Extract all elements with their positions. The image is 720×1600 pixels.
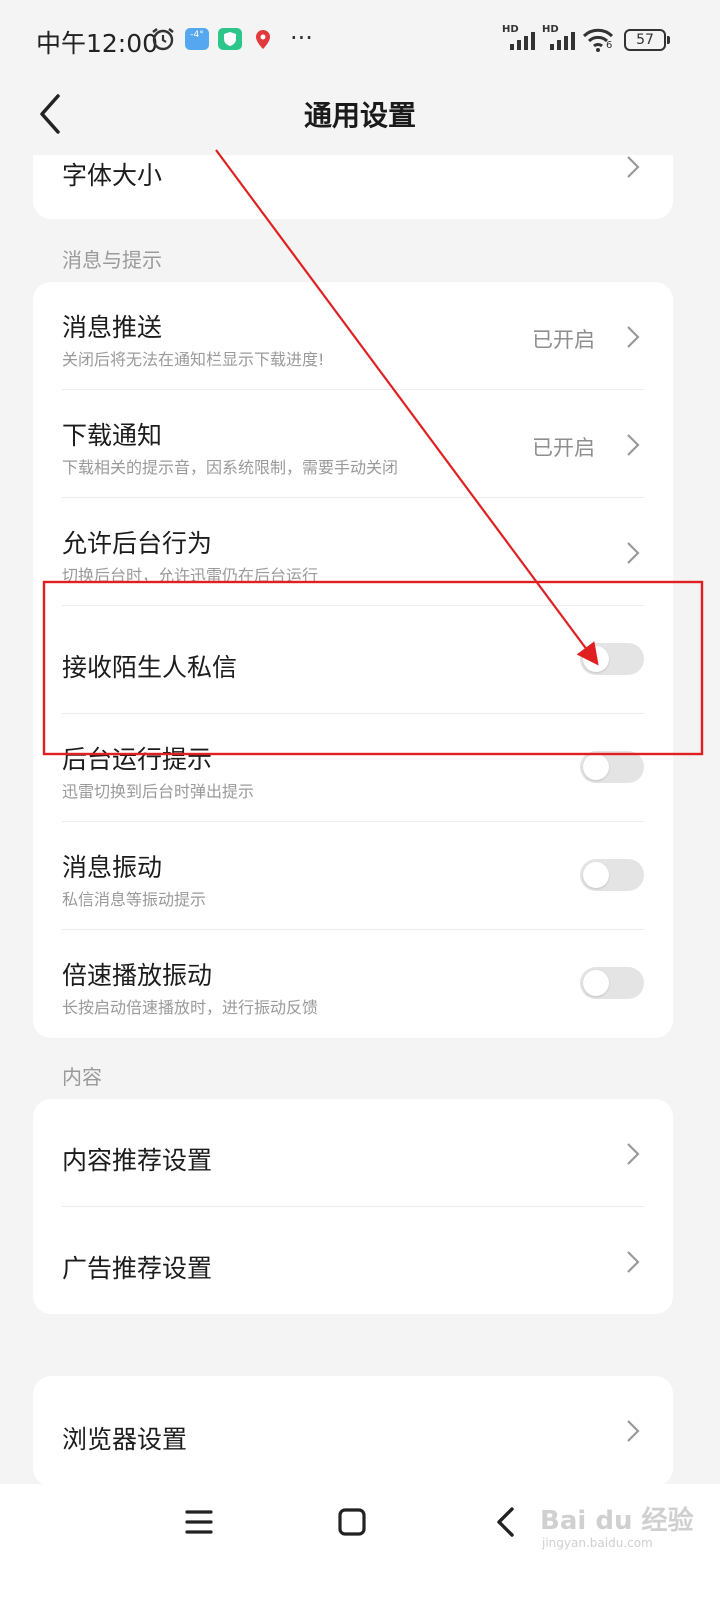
cell-signal-icon xyxy=(510,32,535,50)
watermark-url: jingyan.baidu.com xyxy=(542,1536,653,1550)
message-vibrate-desc: 私信消息等振动提示 xyxy=(62,890,207,909)
chevron-right-icon xyxy=(627,1143,640,1165)
message-push-label: 消息推送 xyxy=(62,313,163,342)
watermark-logo: Bai du 经验 xyxy=(540,1506,694,1536)
chevron-right-icon xyxy=(627,434,640,456)
font-size-label: 字体大小 xyxy=(62,161,163,190)
page-title: 通用设置 xyxy=(303,99,416,132)
toggle-knob xyxy=(583,970,609,996)
section-title-messages: 消息与提示 xyxy=(62,248,162,272)
message-vibrate-toggle[interactable] xyxy=(580,859,644,891)
browser-settings-label: 浏览器设置 xyxy=(62,1425,188,1454)
weather-app-icon: -4° xyxy=(185,28,209,50)
speed-vibrate-toggle[interactable] xyxy=(580,967,644,999)
background-tip-desc: 迅雷切换到后台时弹出提示 xyxy=(62,782,255,801)
status-bar: 中午12:00 -4° ··· HD HD 6 57 xyxy=(0,0,720,80)
menu-icon[interactable] xyxy=(185,1508,213,1536)
content-card: 内容推荐设置 广告推荐设置 xyxy=(33,1099,673,1314)
background-behavior-desc: 切换后台时，允许迅雷仍在后台运行 xyxy=(62,566,319,585)
more-notifications-icon: ··· xyxy=(290,24,313,52)
background-behavior-row[interactable]: 允许后台行为 切换后台时，允许迅雷仍在后台运行 xyxy=(33,498,673,605)
message-push-status: 已开启 xyxy=(532,328,595,352)
message-vibrate-label: 消息振动 xyxy=(62,853,163,882)
background-tip-label: 后台运行提示 xyxy=(62,745,213,774)
download-notice-label: 下载通知 xyxy=(62,421,163,450)
stranger-message-toggle[interactable] xyxy=(580,643,644,675)
chevron-right-icon xyxy=(627,542,640,564)
browser-card: 浏览器设置 xyxy=(33,1376,673,1486)
toggle-knob xyxy=(583,754,609,780)
location-pin-icon xyxy=(256,30,270,49)
header: 通用设置 xyxy=(0,80,720,150)
message-push-desc: 关闭后将无法在通知栏显示下载进度! xyxy=(62,350,325,369)
security-app-icon xyxy=(218,28,242,50)
status-time: 中午12:00 xyxy=(36,29,159,58)
speed-vibrate-row: 倍速播放振动 长按启动倍速播放时，进行振动反馈 xyxy=(33,930,673,1037)
cell-signal-icon-2 xyxy=(550,32,575,50)
download-notice-desc: 下载相关的提示音，因系统限制，需要手动关闭 xyxy=(62,458,399,477)
home-icon[interactable] xyxy=(338,1508,366,1536)
background-tip-toggle[interactable] xyxy=(580,751,644,783)
browser-settings-row[interactable]: 浏览器设置 xyxy=(33,1376,673,1486)
weather-temp: -4° xyxy=(190,30,204,40)
wifi-badge: 6 xyxy=(606,40,613,51)
ad-recommend-row[interactable]: 广告推荐设置 xyxy=(33,1207,673,1314)
message-vibrate-row: 消息振动 私信消息等振动提示 xyxy=(33,822,673,929)
stranger-message-label: 接收陌生人私信 xyxy=(62,653,238,682)
download-notice-row[interactable]: 下载通知 下载相关的提示音，因系统限制，需要手动关闭 已开启 xyxy=(33,390,673,497)
battery-icon: 57 xyxy=(624,29,670,51)
toggle-knob xyxy=(583,862,609,888)
download-notice-status: 已开启 xyxy=(532,436,595,460)
speed-vibrate-label: 倍速播放振动 xyxy=(62,961,213,990)
back-nav-icon[interactable] xyxy=(494,1506,518,1538)
chevron-right-icon xyxy=(627,156,640,178)
background-tip-row: 后台运行提示 迅雷切换到后台时弹出提示 xyxy=(33,714,673,821)
background-behavior-label: 允许后台行为 xyxy=(62,529,213,558)
ad-recommend-label: 广告推荐设置 xyxy=(62,1254,213,1283)
battery-level: 57 xyxy=(636,32,654,48)
messages-card: 消息推送 关闭后将无法在通知栏显示下载进度! 已开启 下载通知 下载相关的提示音… xyxy=(33,282,673,1038)
content-recommend-label: 内容推荐设置 xyxy=(62,1146,213,1175)
toggle-knob xyxy=(583,646,609,672)
speed-vibrate-desc: 长按启动倍速播放时，进行振动反馈 xyxy=(62,998,319,1017)
chevron-right-icon xyxy=(627,1251,640,1273)
alarm-icon xyxy=(152,28,174,51)
stranger-message-row: 接收陌生人私信 xyxy=(33,606,673,713)
message-push-row[interactable]: 消息推送 关闭后将无法在通知栏显示下载进度! 已开启 xyxy=(33,282,673,389)
chevron-right-icon xyxy=(627,326,640,348)
chevron-right-icon xyxy=(627,1420,640,1442)
content-recommend-row[interactable]: 内容推荐设置 xyxy=(33,1099,673,1206)
section-title-content: 内容 xyxy=(62,1065,102,1089)
